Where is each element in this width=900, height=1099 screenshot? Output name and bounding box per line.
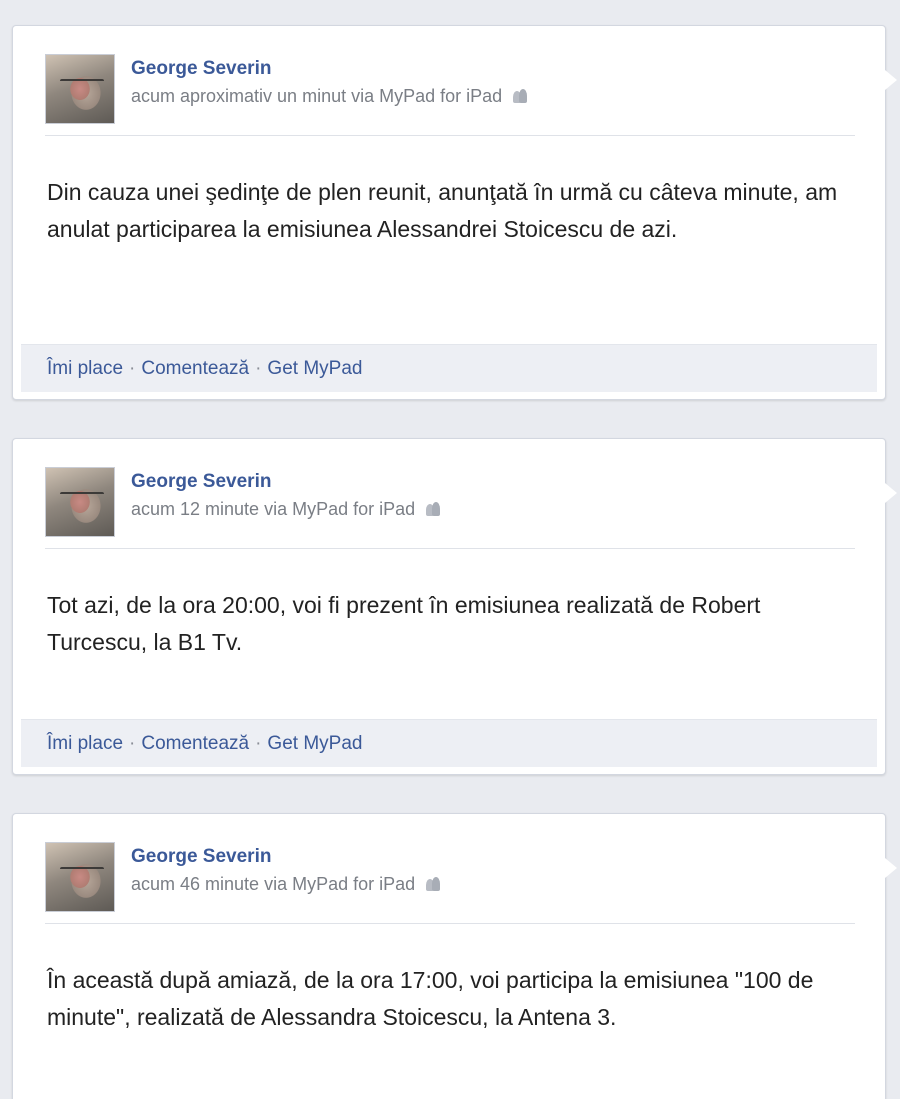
post-timestamp[interactable]: acum 12 minute via MyPad for iPad: [131, 499, 415, 519]
separator: ·: [129, 733, 136, 754]
avatar[interactable]: [45, 467, 115, 537]
post-text: Tot azi, de la ora 20:00, voi fi prezent…: [47, 592, 761, 655]
post-header: George Severin acum aproximativ un minut…: [45, 54, 855, 136]
get-app-link[interactable]: Get MyPad: [267, 733, 362, 754]
post-header: George Severin acum 46 minute via MyPad …: [45, 842, 855, 924]
like-link[interactable]: Îmi place: [47, 733, 123, 754]
avatar[interactable]: [45, 54, 115, 124]
friends-icon[interactable]: [425, 877, 441, 891]
author-name-link[interactable]: George Severin: [131, 58, 271, 80]
post-timestamp[interactable]: acum 46 minute via MyPad for iPad: [131, 874, 415, 894]
avatar[interactable]: [45, 842, 115, 912]
comment-link[interactable]: Comentează: [141, 733, 249, 754]
post-actions: Îmi place · Comentează · Get MyPad: [21, 719, 877, 767]
author-name-link[interactable]: George Severin: [131, 471, 271, 493]
post-meta: acum 46 minute via MyPad for iPad: [131, 874, 441, 895]
like-link[interactable]: Îmi place: [47, 358, 123, 379]
post-timestamp[interactable]: acum aproximativ un minut via MyPad for …: [131, 86, 502, 106]
post-text: Din cauza unei şedinţe de plen reunit, a…: [47, 179, 838, 242]
author-name-link[interactable]: George Severin: [131, 846, 271, 868]
post-card: George Severin acum 46 minute via MyPad …: [12, 813, 897, 1099]
post-card: George Severin acum 12 minute via MyPad …: [12, 438, 897, 775]
separator: ·: [255, 733, 262, 754]
post-actions: Îmi place · Comentează · Get MyPad: [21, 344, 877, 392]
friends-icon[interactable]: [425, 502, 441, 516]
post-header: George Severin acum 12 minute via MyPad …: [45, 467, 855, 549]
post-meta: acum 12 minute via MyPad for iPad: [131, 499, 441, 520]
post-card: George Severin acum aproximativ un minut…: [12, 25, 897, 400]
post-text: În această după amiază, de la ora 17:00,…: [47, 967, 814, 1030]
separator: ·: [255, 358, 262, 379]
get-app-link[interactable]: Get MyPad: [267, 358, 362, 379]
separator: ·: [129, 358, 136, 379]
friends-icon[interactable]: [512, 89, 528, 103]
post-meta: acum aproximativ un minut via MyPad for …: [131, 86, 528, 107]
comment-link[interactable]: Comentează: [141, 358, 249, 379]
